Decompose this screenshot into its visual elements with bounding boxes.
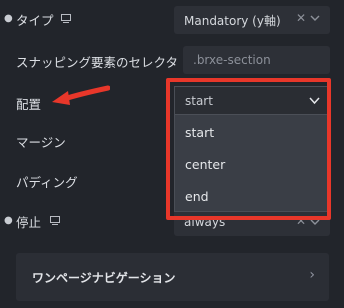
snap-selector-value: .brxe-section bbox=[193, 53, 271, 67]
desktop-breakpoint-icon bbox=[50, 216, 60, 225]
desktop-breakpoint-icon bbox=[61, 14, 71, 23]
bullet-icon: ● bbox=[4, 215, 13, 226]
chevron-right-icon: › bbox=[309, 267, 315, 283]
section-title: ワンページナビゲーション bbox=[32, 271, 176, 285]
type-label: タイプ bbox=[16, 13, 54, 28]
padding-label: パディング bbox=[16, 175, 78, 190]
bullet-icon: ● bbox=[4, 13, 13, 24]
snap-selector-input[interactable]: .brxe-section bbox=[183, 46, 330, 74]
type-select-value: Mandatory (y軸) bbox=[184, 13, 281, 28]
align-label: 配置 bbox=[16, 97, 42, 112]
margin-label: マージン bbox=[16, 135, 66, 150]
type-select[interactable]: Mandatory (y軸) bbox=[174, 6, 330, 34]
highlight-frame bbox=[166, 78, 331, 220]
snap-selector-label: スナッピング要素のセレクタ bbox=[16, 55, 179, 70]
one-page-nav-section[interactable]: ワンページナビゲーション › bbox=[16, 253, 329, 301]
chevron-down-icon bbox=[310, 219, 320, 225]
stop-label: 停止 bbox=[16, 215, 42, 230]
pointer-arrow-icon bbox=[52, 85, 110, 105]
clear-icon[interactable]: ✕ bbox=[296, 11, 306, 25]
chevron-down-icon bbox=[310, 15, 320, 21]
